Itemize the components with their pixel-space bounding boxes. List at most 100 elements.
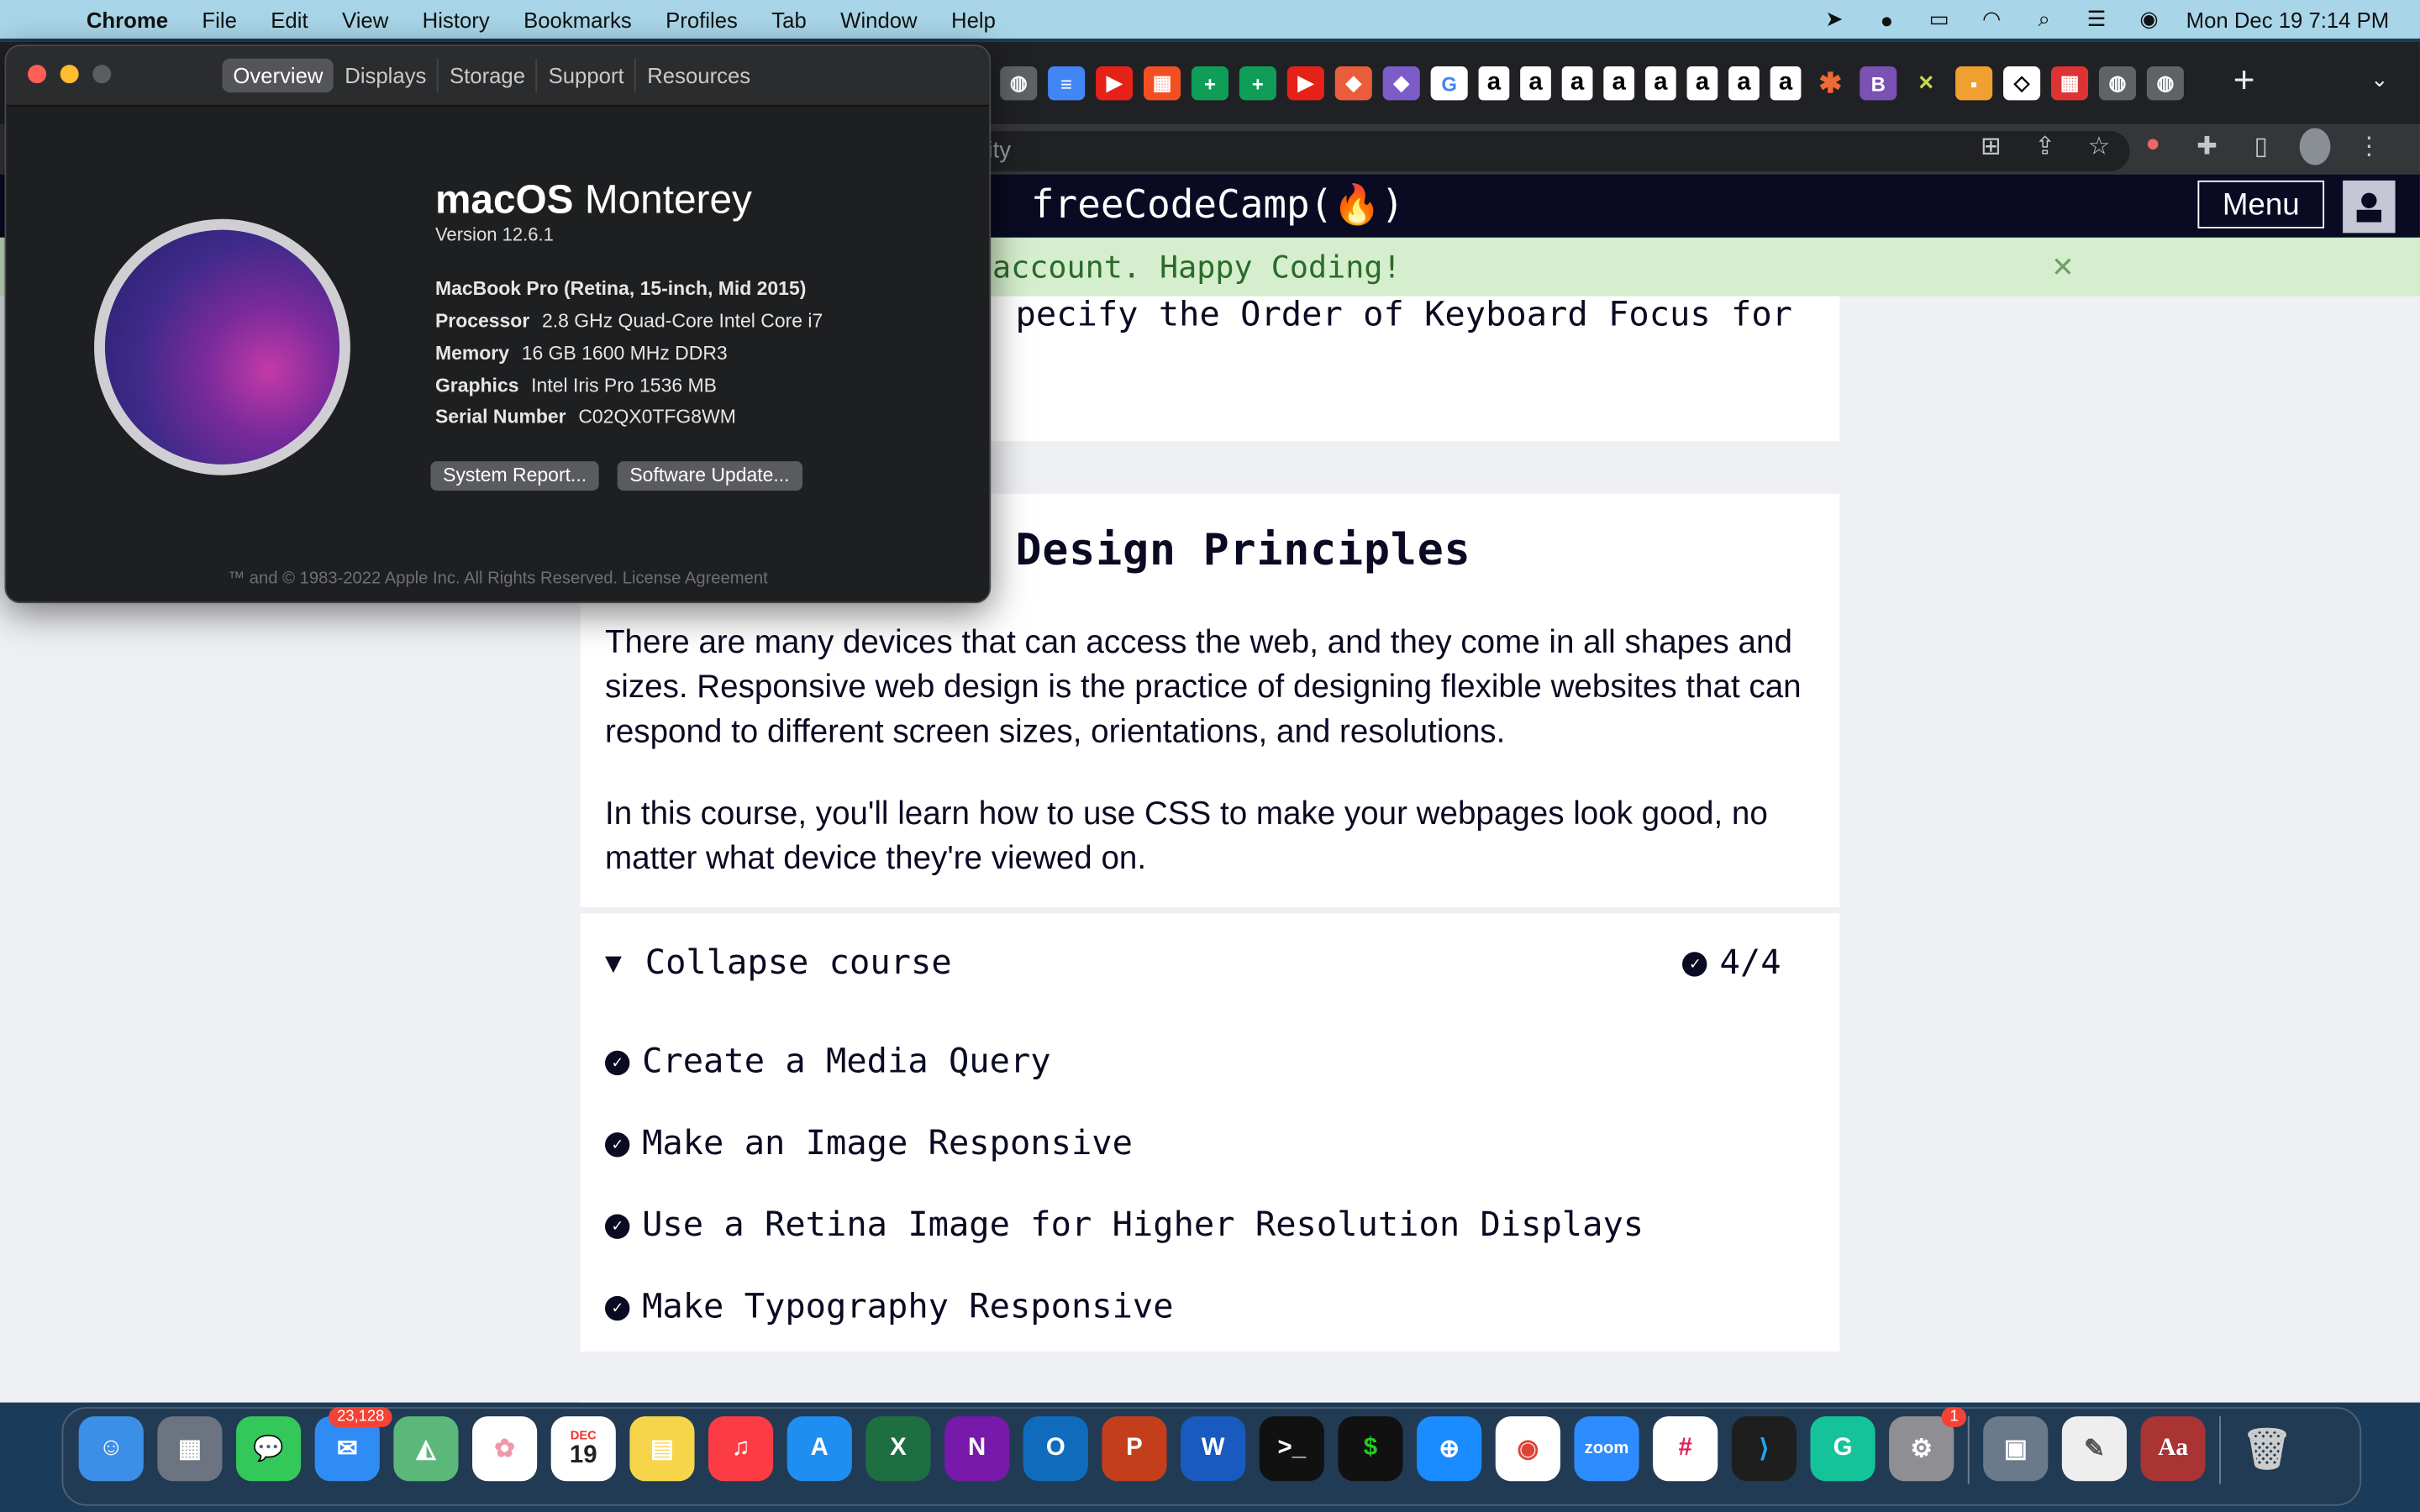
globe-tab-icon[interactable]: ◍: [2146, 66, 2184, 101]
amazon-tab-icon[interactable]: a: [1520, 66, 1551, 101]
sheets-tab-icon[interactable]: +: [1191, 66, 1229, 101]
amazon-tab-icon[interactable]: a: [1686, 66, 1718, 101]
menu-tab[interactable]: Tab: [771, 7, 806, 31]
lesson-link[interactable]: pecify the Order of Keyboard Focus for: [1016, 297, 1792, 335]
minimize-window-button[interactable]: [60, 65, 79, 84]
extension-icon[interactable]: ●: [2138, 131, 2169, 165]
menu-chrome[interactable]: Chrome: [87, 7, 168, 31]
slack-icon[interactable]: #: [1653, 1416, 1718, 1482]
launchpad-icon[interactable]: ▦: [157, 1416, 223, 1482]
dictionary-icon[interactable]: Aa: [2140, 1416, 2206, 1482]
word-icon[interactable]: W: [1181, 1416, 1246, 1482]
grammarly-icon[interactable]: G: [1810, 1416, 1876, 1482]
powerpoint-icon[interactable]: P: [1102, 1416, 1167, 1482]
siri-icon[interactable]: ◉: [2133, 6, 2165, 31]
maps-icon[interactable]: ◭: [393, 1416, 459, 1482]
challenge-link[interactable]: ✓ Create a Media Query: [604, 1043, 1051, 1082]
app-tab-icon[interactable]: ▪: [1955, 66, 1993, 101]
new-tab-button[interactable]: +: [2233, 60, 2255, 103]
globe-tab-icon[interactable]: ◍: [2098, 66, 2136, 101]
codepen-tab-icon[interactable]: ◇: [2003, 66, 2041, 101]
tab-overview[interactable]: Overview: [222, 58, 334, 93]
location-arrow-icon[interactable]: ➤: [1819, 6, 1850, 31]
excel-icon[interactable]: X: [865, 1416, 931, 1482]
system-report-button[interactable]: System Report...: [430, 461, 599, 491]
menu-view[interactable]: View: [342, 7, 388, 31]
app-tab-icon[interactable]: ◆: [1382, 66, 1420, 101]
menu-profiles[interactable]: Profiles: [666, 7, 738, 31]
x-tab-icon[interactable]: ✕: [1907, 66, 1944, 100]
terminal-icon[interactable]: >_: [1259, 1416, 1324, 1482]
amazon-tab-icon[interactable]: a: [1478, 66, 1510, 101]
globe-tab-icon[interactable]: ◍: [1000, 66, 1038, 101]
software-update-button[interactable]: Software Update...: [617, 461, 802, 491]
legal-text[interactable]: ™ and © 1983-2022 Apple Inc. All Rights …: [6, 570, 989, 588]
wifi-icon[interactable]: ◠: [1976, 6, 2007, 31]
extensions-puzzle-icon[interactable]: ✚: [2191, 131, 2223, 165]
amazon-tab-icon[interactable]: a: [1603, 66, 1635, 101]
challenge-link[interactable]: ✓ Make an Image Responsive: [604, 1125, 1133, 1163]
trash-icon[interactable]: 🗑: [2235, 1416, 2300, 1481]
iterm-icon[interactable]: $: [1338, 1416, 1403, 1482]
search-icon[interactable]: ⌕: [2028, 6, 2060, 31]
onenote-icon[interactable]: N: [944, 1416, 1010, 1482]
youtube-tab-icon[interactable]: ▶: [1096, 66, 1134, 101]
tab-displays[interactable]: Displays: [334, 58, 439, 93]
google-tab-icon[interactable]: G: [1430, 66, 1468, 101]
battery-icon[interactable]: ▭: [1923, 6, 1954, 31]
photos-icon[interactable]: ✿: [472, 1416, 538, 1482]
tab-storage[interactable]: Storage: [439, 58, 538, 93]
address-bar[interactable]: ity: [926, 131, 2130, 171]
microsoft-tab-icon[interactable]: ▦: [1143, 66, 1181, 101]
profile-avatar[interactable]: [2299, 128, 2331, 165]
amazon-tab-icon[interactable]: a: [1770, 66, 1802, 101]
amazon-tab-icon[interactable]: a: [1728, 66, 1760, 101]
menu-edit[interactable]: Edit: [271, 7, 308, 31]
amazon-tab-icon[interactable]: a: [1644, 66, 1676, 101]
zoom-window-button[interactable]: [92, 65, 112, 84]
youtube-tab-icon[interactable]: ▶: [1286, 66, 1324, 101]
side-panel-icon[interactable]: ▯: [2245, 131, 2276, 165]
zoom-icon[interactable]: zoom: [1574, 1416, 1639, 1482]
user-avatar-icon[interactable]: [2343, 180, 2396, 234]
system-preferences-icon[interactable]: ⚙ 1: [1889, 1407, 1966, 1482]
messages-icon[interactable]: 💬: [236, 1416, 302, 1482]
tab-search-chevron-icon[interactable]: ⌄: [2370, 66, 2389, 92]
menu-button[interactable]: Menu: [2197, 180, 2325, 228]
control-center-icon[interactable]: ☰: [2081, 6, 2112, 31]
docs-tab-icon[interactable]: ≡: [1048, 66, 1086, 101]
challenge-link[interactable]: ✓ Make Typography Responsive: [604, 1289, 1174, 1327]
app-tab-icon[interactable]: ◆: [1334, 66, 1372, 101]
menu-help[interactable]: Help: [951, 7, 996, 31]
share-icon[interactable]: ⇪: [2029, 131, 2060, 165]
textedit-icon[interactable]: ✎: [2061, 1416, 2127, 1482]
app-store-icon[interactable]: A: [786, 1416, 852, 1482]
clock[interactable]: Mon Dec 19 7:14 PM: [2186, 7, 2390, 31]
collapse-course-toggle[interactable]: ▼ Collapse course ✓ 4/4: [605, 944, 1809, 990]
vscode-icon[interactable]: ⟩: [1731, 1416, 1797, 1482]
close-window-button[interactable]: [28, 65, 47, 84]
bootstrap-tab-icon[interactable]: B: [1860, 66, 1897, 101]
flash-close-icon[interactable]: ✕: [2053, 238, 2073, 297]
asterisk-tab-icon[interactable]: ✱: [1812, 66, 1849, 100]
translate-icon[interactable]: ⊞: [1975, 131, 2007, 165]
bookmark-star-icon[interactable]: ☆: [2084, 131, 2115, 165]
menu-bookmarks[interactable]: Bookmarks: [523, 7, 632, 31]
sheets-tab-icon[interactable]: +: [1239, 66, 1276, 101]
menu-window[interactable]: Window: [840, 7, 917, 31]
tab-support[interactable]: Support: [538, 58, 637, 93]
tab-resources[interactable]: Resources: [636, 59, 761, 92]
more-menu-icon[interactable]: ⋮: [2354, 131, 2385, 165]
amazon-tab-icon[interactable]: a: [1561, 66, 1593, 101]
menu-history[interactable]: History: [423, 7, 490, 31]
finder-icon[interactable]: ☺: [78, 1416, 144, 1482]
fcc-logo[interactable]: freeCodeCamp(🔥): [1031, 182, 1404, 228]
outlook-icon[interactable]: O: [1023, 1416, 1088, 1482]
safari-icon[interactable]: ⊕: [1417, 1416, 1482, 1482]
menu-file[interactable]: File: [202, 7, 236, 31]
calendar-icon[interactable]: DEC 19: [550, 1416, 616, 1482]
challenge-link[interactable]: ✓ Use a Retina Image for Higher Resoluti…: [604, 1206, 1644, 1245]
music-icon[interactable]: ♫: [708, 1416, 774, 1482]
mail-icon[interactable]: ✉ 23,128: [314, 1407, 392, 1482]
grammarly-icon[interactable]: ●: [1871, 7, 1902, 31]
